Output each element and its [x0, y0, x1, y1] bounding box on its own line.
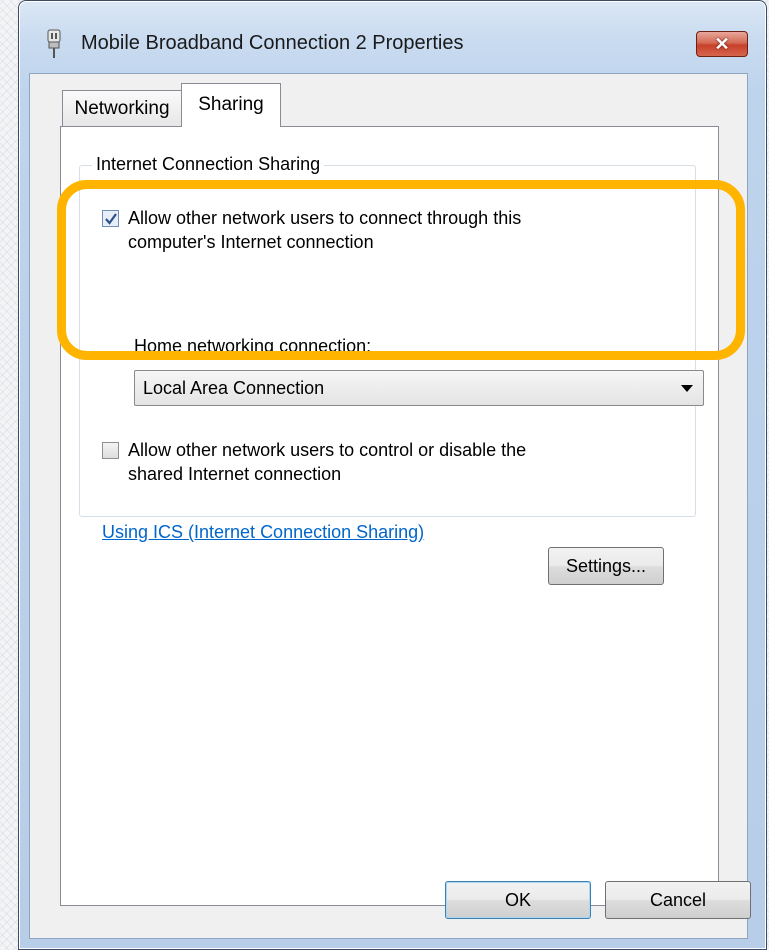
checkmark-icon: [105, 213, 117, 225]
allow-connect-label-line1: Allow other network users to connect thr…: [128, 208, 522, 228]
home-networking-dropdown[interactable]: Local Area Connection: [134, 370, 704, 406]
close-button[interactable]: ✕: [696, 31, 748, 57]
tab-networking-label: Networking: [74, 98, 170, 119]
properties-dialog: Mobile Broadband Connection 2 Properties…: [18, 0, 767, 950]
internet-connection-sharing-group: Internet Connection Sharing Allow other …: [79, 154, 704, 542]
allow-control-label-line1: Allow other network users to control or …: [128, 440, 527, 460]
tab-networking[interactable]: Networking: [62, 90, 182, 126]
close-icon: ✕: [714, 34, 730, 54]
tab-sharing-label: Sharing: [198, 94, 264, 115]
window-title: Mobile Broadband Connection 2 Properties: [81, 32, 464, 54]
ok-button[interactable]: OK: [445, 881, 591, 919]
allow-control-checkbox[interactable]: [102, 442, 119, 459]
dropdown-arrow-icon: [681, 385, 693, 392]
allow-connect-label-line2: computer's Internet connection: [128, 232, 374, 252]
cancel-button[interactable]: Cancel: [605, 881, 751, 919]
allow-control-label-line2: shared Internet connection: [128, 464, 342, 484]
ics-help-link[interactable]: Using ICS (Internet Connection Sharing): [102, 522, 424, 543]
settings-button[interactable]: Settings...: [548, 547, 664, 585]
tab-sharing[interactable]: Sharing: [181, 83, 281, 127]
sharing-tab-panel: Internet Connection Sharing Allow other …: [60, 126, 719, 906]
group-title: Internet Connection Sharing: [92, 154, 325, 175]
home-networking-label: Home networking connection:: [134, 336, 372, 356]
home-networking-value: Local Area Connection: [143, 378, 325, 398]
connection-plug-icon: [47, 29, 61, 58]
title-bar[interactable]: Mobile Broadband Connection 2 Properties…: [19, 1, 766, 73]
dialog-client-area: Networking Sharing Internet Connection S…: [29, 73, 751, 939]
allow-connect-checkbox[interactable]: [102, 210, 119, 227]
